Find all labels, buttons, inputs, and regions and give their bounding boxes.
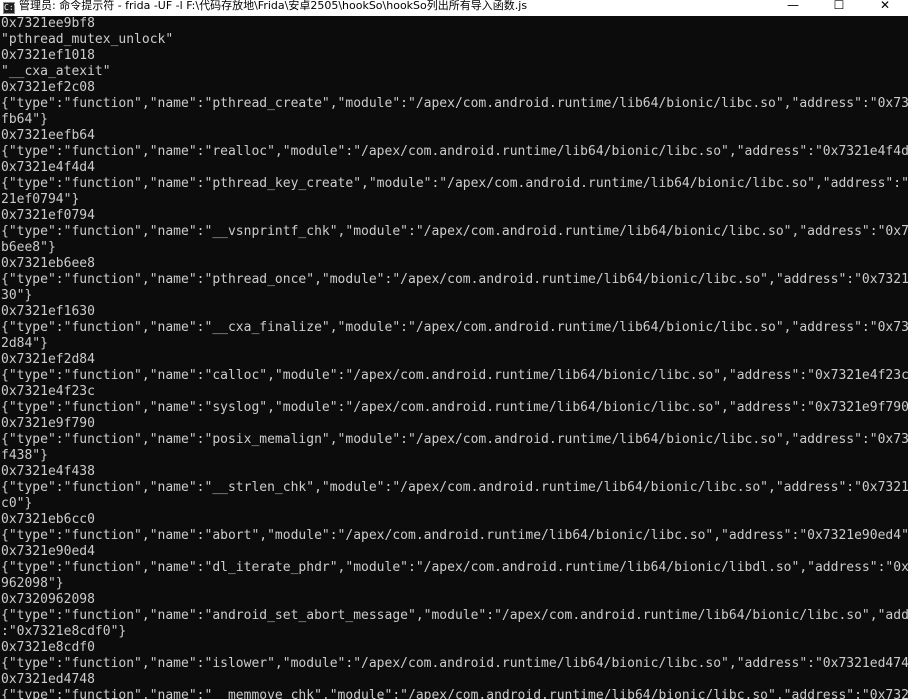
- console-line: {"type":"function","name":"syslog","modu…: [1, 400, 908, 415]
- console-line: 0x7321ef1018: [1, 48, 95, 63]
- console-line: 0x7321ef2c08: [1, 80, 95, 95]
- console-line: {"type":"function","name":"pthread_creat…: [1, 96, 908, 111]
- console-line: 0x7321e4f4d4: [1, 160, 95, 175]
- console-line: 0x7321e9f790: [1, 416, 95, 431]
- console-line: 0x7321ef0794: [1, 208, 95, 223]
- console-line: {"type":"function","name":"android_set_a…: [1, 608, 908, 623]
- window-title: 管理员: 命令提示符 - frida -UF -l F:\代码存放地\Frida…: [19, 0, 528, 12]
- console-line: c0"}: [1, 496, 33, 511]
- console-line: b6ee8"}: [1, 240, 56, 255]
- title-bar[interactable]: C:\ 管理员: 命令提示符 - frida -UF -l F:\代码存放地\F…: [0, 0, 908, 16]
- console-line: {"type":"function","name":"__memmove_chk…: [1, 688, 908, 699]
- console-line: 0x7321eb6cc0: [1, 512, 95, 527]
- console-line: 0x7321ef2d84: [1, 352, 95, 367]
- console-line: :"0x7321e8cdf0"}: [1, 624, 127, 639]
- minimize-button[interactable]: —: [770, 0, 816, 16]
- console-line: {"type":"function","name":"abort","modul…: [1, 528, 908, 543]
- console-line: 21ef0794"}: [1, 192, 80, 207]
- console-line: {"type":"function","name":"__cxa_finaliz…: [1, 320, 908, 335]
- maximize-button[interactable]: ☐: [816, 0, 862, 16]
- console-line: "__cxa_atexit": [1, 64, 111, 79]
- console-line: {"type":"function","name":"pthread_key_c…: [1, 176, 908, 191]
- close-button[interactable]: ✕: [862, 0, 908, 16]
- console-line: 962098"}: [1, 576, 64, 591]
- console-line: {"type":"function","name":"dl_iterate_ph…: [1, 560, 908, 575]
- console-line: {"type":"function","name":"__strlen_chk"…: [1, 480, 908, 495]
- console-line: 0x7321e4f438: [1, 464, 95, 479]
- console-line: {"type":"function","name":"calloc","modu…: [1, 368, 908, 383]
- console-line: 0x7320962098: [1, 592, 95, 607]
- console-line: 0x7321e8cdf0: [1, 640, 95, 655]
- console-line: 30"}: [1, 288, 33, 303]
- command-prompt-icon: C:\: [3, 2, 19, 14]
- console-line: 0x7321ed4748: [1, 672, 95, 687]
- console-line: {"type":"function","name":"realloc","mod…: [1, 144, 908, 159]
- console-line: 2d84"}: [1, 336, 48, 351]
- console-line: 0x7321eb6ee8: [1, 256, 95, 271]
- console-line: {"type":"function","name":"posix_memalig…: [1, 432, 908, 447]
- console-window: C:\ 管理员: 命令提示符 - frida -UF -l F:\代码存放地\F…: [0, 0, 908, 699]
- console-line: {"type":"function","name":"__vsnprintf_c…: [1, 224, 908, 239]
- console-output[interactable]: 0x7321ee9bf8 "pthread_mutex_unlock" 0x7321…: [0, 16, 908, 699]
- console-line: 0x7321ef1630: [1, 304, 95, 319]
- console-line: 0x7321eefb64: [1, 128, 95, 143]
- console-line: f438"}: [1, 448, 48, 463]
- console-line: fb64"}: [1, 112, 48, 127]
- console-line: 0x7321e4f23c: [1, 384, 95, 399]
- console-line: {"type":"function","name":"islower","mod…: [1, 656, 908, 671]
- console-line: {"type":"function","name":"pthread_once"…: [1, 272, 908, 287]
- console-line: "pthread_mutex_unlock": [1, 32, 174, 47]
- console-line: 0x7321ee9bf8: [1, 16, 95, 31]
- console-line: 0x7321e90ed4: [1, 544, 95, 559]
